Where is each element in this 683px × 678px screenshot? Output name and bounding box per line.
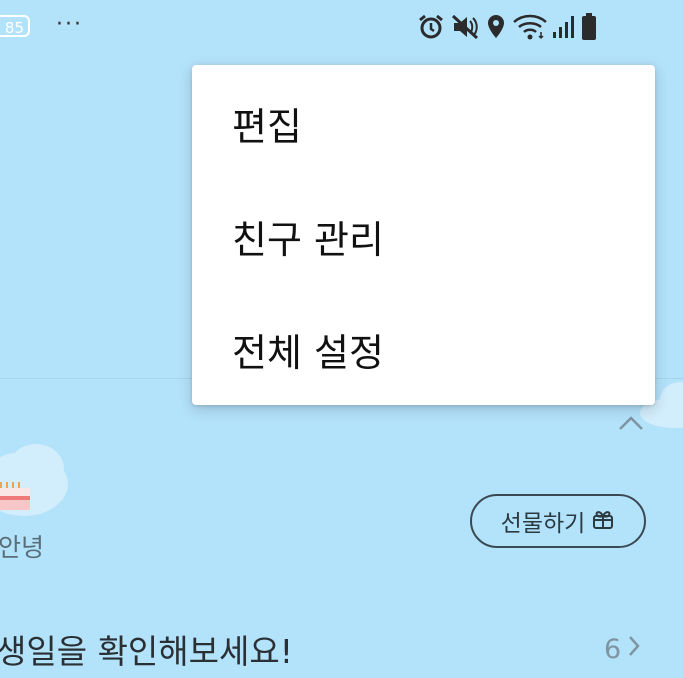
send-gift-button[interactable]: 선물하기 — [470, 494, 646, 548]
overflow-menu: 편집 친구 관리 전체 설정 — [192, 65, 655, 405]
birthday-count-link[interactable]: 6 — [604, 634, 641, 665]
friend-name[interactable]: 안녕 — [0, 528, 44, 564]
menu-item-manage-friends[interactable]: 친구 관리 — [192, 180, 655, 293]
more-notifications-icon: ··· — [56, 12, 83, 37]
menu-item-edit[interactable]: 편집 — [192, 67, 655, 180]
chevron-right-icon — [627, 634, 641, 665]
menu-item-all-settings[interactable]: 전체 설정 — [192, 293, 655, 406]
cake-icon — [0, 478, 34, 518]
birthday-count: 6 — [604, 634, 622, 665]
system-status-icons — [416, 10, 598, 44]
chevron-up-icon[interactable] — [617, 414, 645, 436]
alarm-icon — [416, 12, 446, 42]
wifi-icon — [512, 12, 548, 42]
battery-percent-badge: 85 — [0, 15, 30, 37]
battery-icon — [580, 12, 598, 42]
location-icon — [484, 12, 508, 42]
gift-button-label: 선물하기 — [500, 511, 586, 537]
gift-icon — [591, 506, 615, 536]
mute-icon — [450, 12, 480, 42]
birthday-section-title[interactable]: 생일을 확인해보세요! — [0, 625, 293, 673]
signal-icon — [552, 12, 576, 42]
status-bar: 85 ··· — [0, 0, 683, 56]
